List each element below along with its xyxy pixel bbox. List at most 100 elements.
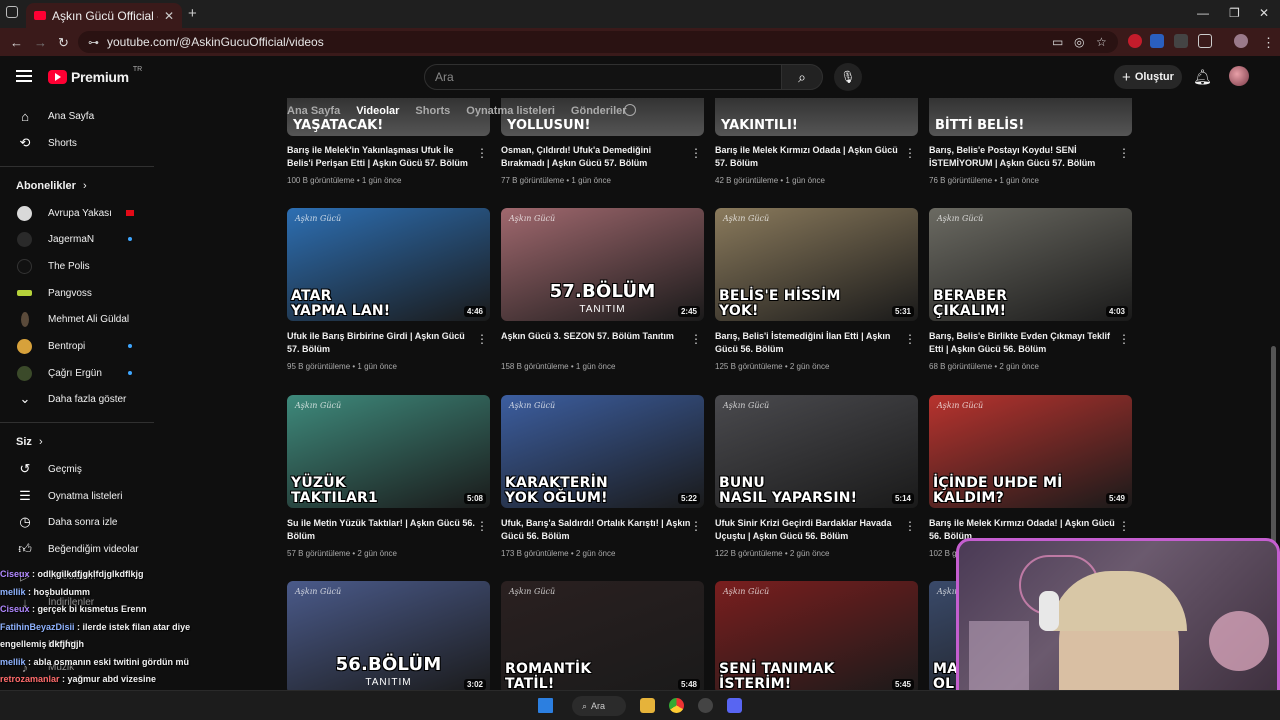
- video-title[interactable]: Ufuk Sinir Krizi Geçirdi Bardaklar Havad…: [715, 517, 905, 543]
- video-thumbnail[interactable]: Aşkın Gücü SENİ TANIMAK İSTERİM! 5:45: [715, 581, 918, 694]
- tab-playlists[interactable]: Oynatma listeleri: [466, 105, 555, 117]
- video-title[interactable]: Osman, Çıldırdı! Ufuk'a Demediğini Bırak…: [501, 144, 691, 170]
- more-options-icon[interactable]: ⋮: [690, 519, 702, 533]
- bookmark-star-icon[interactable]: ☆: [1096, 35, 1107, 49]
- extension-red-icon[interactable]: [1128, 34, 1142, 48]
- video-thumbnail-cut[interactable]: YAKINTILI!: [715, 98, 918, 136]
- sidebar-channel[interactable]: Pangvoss: [0, 280, 154, 306]
- video-title[interactable]: Barış ile Melek'in Yakınlaşması Ufuk İle…: [287, 144, 477, 170]
- tab-shorts[interactable]: Shorts: [415, 105, 450, 117]
- tab-videos[interactable]: Videolar: [356, 105, 399, 117]
- video-thumbnail[interactable]: Aşkın Gücü BERABER ÇIKALIM! 4:03: [929, 208, 1132, 321]
- sidebar-item-liked[interactable]: 👍︎ Beğendiğim videolar: [0, 536, 154, 562]
- video-thumbnail[interactable]: Aşkın Gücü YÜZÜK TAKTILAR1 5:08: [287, 395, 490, 508]
- extensions-puzzle-icon[interactable]: [1198, 34, 1212, 48]
- create-button[interactable]: + Oluştur: [1114, 65, 1182, 89]
- chevron-right-icon: ›: [38, 436, 43, 448]
- tab-posts[interactable]: Gönderiler: [571, 105, 627, 117]
- tab-home[interactable]: Ana Sayfa: [287, 105, 340, 117]
- sidebar-item-history[interactable]: ↺ Geçmiş: [0, 456, 154, 482]
- video-title[interactable]: Barış ile Melek Kırmızı Odada | Aşkın Gü…: [715, 144, 905, 170]
- new-tab-icon[interactable]: +: [188, 5, 197, 22]
- more-options-icon[interactable]: ⋮: [690, 146, 702, 160]
- youtube-premium-logo[interactable]: Premium TR: [48, 66, 142, 85]
- windows-start-icon[interactable]: [538, 698, 553, 713]
- page-scrollbar[interactable]: [1271, 346, 1276, 556]
- video-thumbnail[interactable]: Aşkın Gücü 56.BÖLÜM TANITIM 3:02: [287, 581, 490, 694]
- video-title[interactable]: Ufuk, Barış'a Saldırdı! Ortalık Karıştı!…: [501, 517, 691, 543]
- more-options-icon[interactable]: ⋮: [1118, 146, 1130, 160]
- search-button[interactable]: ⌕: [781, 64, 823, 90]
- reload-icon[interactable]: ↻: [58, 35, 69, 51]
- more-options-icon[interactable]: ⋮: [690, 332, 702, 346]
- url-field[interactable]: ⊶ youtube.com/@AskinGucuOfficial/videos …: [78, 31, 1118, 53]
- you-heading[interactable]: Siz ›: [16, 436, 43, 448]
- video-title[interactable]: Ufuk ile Barış Birbirine Girdi | Aşkın G…: [287, 330, 477, 356]
- search-input[interactable]: Ara: [424, 64, 782, 90]
- more-options-icon[interactable]: ⋮: [476, 332, 488, 346]
- cast-icon[interactable]: ▭: [1052, 35, 1063, 49]
- video-title[interactable]: Barış, Belis'i İstemediğini İlan Etti | …: [715, 330, 905, 356]
- close-tab-icon[interactable]: ✕: [164, 9, 174, 23]
- thumbnail-caption: MA OL: [933, 661, 959, 692]
- forward-icon[interactable]: →: [34, 35, 47, 50]
- show-more-button[interactable]: ⌄ Daha fazla göster: [0, 386, 154, 412]
- profile-icon[interactable]: [1234, 34, 1248, 48]
- close-window-icon[interactable]: ✕: [1259, 6, 1269, 20]
- minimize-icon[interactable]: —: [1197, 6, 1209, 20]
- video-thumbnail-cut[interactable]: BİTTİ BELİS!: [929, 98, 1132, 136]
- more-options-icon[interactable]: ⋮: [904, 332, 916, 346]
- browser-menu-icon[interactable]: ⋮: [1262, 35, 1275, 51]
- site-info-icon[interactable]: ⊶: [88, 36, 99, 49]
- channel-search-icon[interactable]: [624, 104, 636, 116]
- more-options-icon[interactable]: ⋮: [904, 146, 916, 160]
- sidebar-item-playlists[interactable]: ☰ Oynatma listeleri: [0, 483, 154, 509]
- more-options-icon[interactable]: ⋮: [904, 519, 916, 533]
- obs-icon[interactable]: [698, 698, 713, 713]
- extension-blue-icon[interactable]: [1150, 34, 1164, 48]
- eye-off-icon[interactable]: ◎: [1074, 35, 1084, 49]
- chrome-icon[interactable]: [669, 698, 684, 713]
- video-thumbnail[interactable]: Aşkın Gücü 57.BÖLÜM TANITIM 2:45: [501, 208, 704, 321]
- maximize-icon[interactable]: ❐: [1229, 6, 1240, 20]
- video-thumbnail[interactable]: Aşkın Gücü KARAKTERİN YOK OĞLUM! 5:22: [501, 395, 704, 508]
- video-thumbnail[interactable]: Aşkın Gücü ROMANTİK TATİL! 5:48: [501, 581, 704, 694]
- sidebar-item-shorts[interactable]: ⟲ Shorts: [0, 130, 154, 156]
- more-options-icon[interactable]: ⋮: [476, 146, 488, 160]
- more-options-icon[interactable]: ⋮: [1118, 519, 1130, 533]
- voice-search-button[interactable]: 🎙: [834, 63, 862, 91]
- video-thumbnail[interactable]: Aşkın Gücü İÇİNDE UHDE Mİ KALDIM? 5:49: [929, 395, 1132, 508]
- sidebar-channel[interactable]: Bentropi: [0, 333, 154, 359]
- video-duration: 5:49: [1105, 493, 1128, 504]
- sidebar-item-home[interactable]: ⌂ Ana Sayfa: [0, 103, 154, 129]
- discord-icon[interactable]: [727, 698, 742, 713]
- video-thumbnail[interactable]: Aşkın Gücü ATAR YAPMA LAN! 4:46: [287, 208, 490, 321]
- subscriptions-heading[interactable]: Abonelikler ›: [16, 180, 87, 192]
- shorts-icon: ⟲: [19, 135, 31, 150]
- video-title[interactable]: Barış, Belis'e Birlikte Evden Çıkmayı Te…: [929, 330, 1119, 356]
- sidebar-channel[interactable]: Avrupa Yakası: [0, 200, 154, 226]
- sidebar-item-watch-later[interactable]: ◷ Daha sonra izle: [0, 509, 154, 535]
- video-thumbnail[interactable]: Aşkın Gücü BUNU NASIL YAPARSIN! 5:14: [715, 395, 918, 508]
- browser-tab[interactable]: Aşkın Gücü Official - YouTube ✕: [26, 3, 182, 28]
- video-thumbnail[interactable]: Aşkın Gücü BELİS'E HİSSİM YOK! 5:31: [715, 208, 918, 321]
- video-title[interactable]: Su ile Metin Yüzük Taktılar! | Aşkın Güc…: [287, 517, 477, 543]
- menu-hamburger-icon[interactable]: [16, 70, 32, 82]
- notifications-bell-icon[interactable]: 🔔︎: [1193, 68, 1212, 86]
- tab-list-icon[interactable]: [6, 6, 18, 18]
- sidebar-channel[interactable]: JagermaN: [0, 226, 154, 252]
- account-avatar[interactable]: [1229, 66, 1249, 86]
- thumbnail-caption: 57.BÖLÜM: [549, 281, 656, 302]
- extension-dark-icon[interactable]: [1174, 34, 1188, 48]
- sidebar-channel[interactable]: Mehmet Ali Güldal: [0, 306, 154, 332]
- sidebar-channel[interactable]: Çağrı Ergün: [0, 360, 154, 386]
- more-options-icon[interactable]: ⋮: [1118, 332, 1130, 346]
- taskbar-search[interactable]: ⌕ Ara: [572, 696, 626, 716]
- chevron-down-icon: ⌄: [19, 391, 31, 406]
- more-options-icon[interactable]: ⋮: [476, 519, 488, 533]
- video-title[interactable]: Aşkın Gücü 3. SEZON 57. Bölüm Tanıtım: [501, 330, 691, 343]
- file-explorer-icon[interactable]: [640, 698, 655, 713]
- video-title[interactable]: Barış, Belis'e Postayı Koydu! SENİ İSTEM…: [929, 144, 1119, 170]
- back-icon[interactable]: ←: [10, 35, 23, 50]
- sidebar-channel[interactable]: The Polis: [0, 253, 154, 279]
